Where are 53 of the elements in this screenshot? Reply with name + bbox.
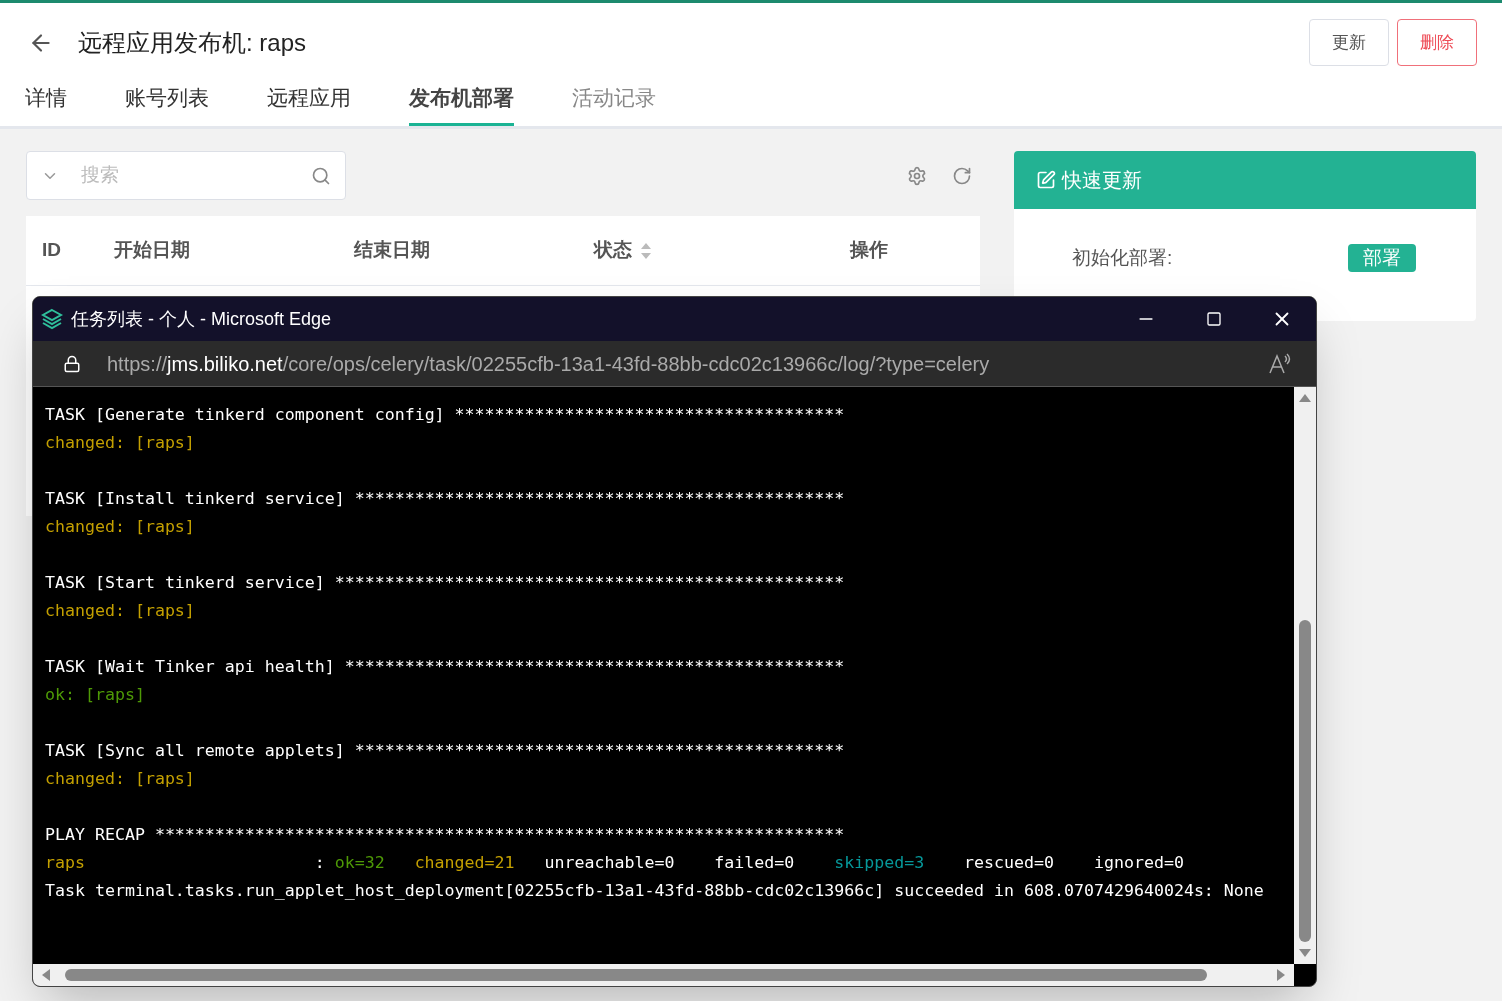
scroll-right-icon[interactable] <box>1276 968 1286 982</box>
search-icon[interactable] <box>311 165 331 186</box>
vertical-scrollbar[interactable] <box>1294 387 1316 964</box>
scroll-up-icon[interactable] <box>1298 393 1312 403</box>
column-header: 结束日期 <box>354 238 430 263</box>
card-title: 快速更新 <box>1062 168 1142 193</box>
column-header: ID <box>42 238 61 263</box>
edit-icon <box>1036 170 1056 190</box>
log-line: TASK [Sync all remote applets] ************************************************* <box>45 740 846 762</box>
window-title: 任务列表 - 个人 - Microsoft Edge <box>71 307 332 331</box>
settings-icon[interactable] <box>907 165 927 186</box>
maximize-icon[interactable] <box>1206 311 1222 327</box>
tab[interactable]: 账号列表 <box>125 72 209 126</box>
search-field[interactable]: 搜索 <box>26 151 346 200</box>
app-logo-icon <box>41 308 63 330</box>
sort-icon <box>640 241 652 260</box>
log-line: TASK [Install tinkerd service] ************************************************* <box>45 488 846 510</box>
column-header: 开始日期 <box>114 238 190 263</box>
recap-stat: unreachable=0 <box>544 852 675 874</box>
scroll-left-icon[interactable] <box>41 968 51 982</box>
horizontal-scrollbar[interactable] <box>33 964 1294 986</box>
log-line: changed: [raps] <box>45 768 196 790</box>
read-aloud-icon <box>1268 352 1292 375</box>
delete-button[interactable]: 删除 <box>1397 19 1477 66</box>
page-title: 远程应用发布机: raps <box>78 27 307 58</box>
log-line: PLAY RECAP ********************************************************************* <box>45 824 846 846</box>
field-label: 初始化部署: <box>1072 245 1173 270</box>
tab[interactable]: 详情 <box>25 72 67 126</box>
log-line: TASK [Wait Tinker api health] ************************************************** <box>45 656 846 678</box>
recap-stat: changed=21 <box>414 852 515 874</box>
recap-stat: ok=32 <box>334 852 385 874</box>
column-header: 操作 <box>850 238 888 263</box>
recap-stat: ignored=0 <box>1093 852 1184 874</box>
refresh-icon[interactable] <box>952 165 972 186</box>
column-header: 状态 <box>594 236 652 265</box>
log-line: ok: [raps] <box>45 684 146 706</box>
log-line: TASK [Generate tinkerd component config] *************************************** <box>45 404 846 426</box>
host-name: raps <box>45 852 86 874</box>
scroll-down-icon[interactable] <box>1298 948 1312 958</box>
lock-icon <box>63 354 81 373</box>
log-line: changed: [raps] <box>45 516 196 538</box>
log-line: changed: [raps] <box>45 600 196 622</box>
separator: : <box>314 852 326 874</box>
log-line: changed: [raps] <box>45 432 196 454</box>
log-line: TASK [Start tinkerd service] *************************************************** <box>45 572 846 594</box>
recap-stat: failed=0 <box>714 852 795 874</box>
log-line: Task terminal.tasks.run_applet_host_deployment[02255cfb-13a1-43fd-88bb-cdc02c13966c] succeeded in 608.0707429640024s: None <box>45 880 1264 902</box>
tab[interactable]: 发布机部署 <box>409 72 514 126</box>
recap-stat: rescued=0 <box>964 852 1054 874</box>
update-button[interactable]: 更新 <box>1309 19 1389 66</box>
tab[interactable]: 远程应用 <box>267 72 351 126</box>
recap-stat: skipped=3 <box>834 852 925 874</box>
search-input[interactable]: 搜索 <box>81 161 311 190</box>
